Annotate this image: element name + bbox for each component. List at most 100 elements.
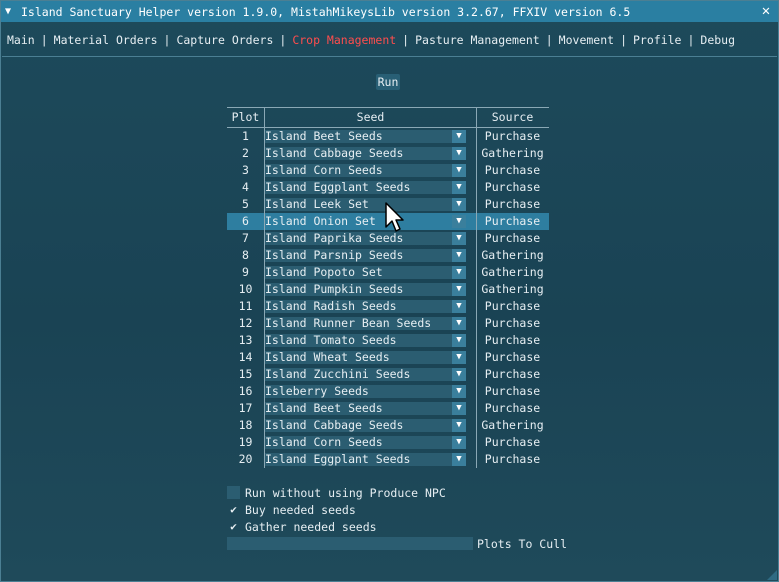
chevron-down-icon[interactable]: ▼ [452,351,466,364]
plot-number: 17 [238,401,253,415]
seed-dropdown[interactable]: Island Runner Bean Seeds ▼ [265,317,466,330]
chevron-down-icon[interactable]: ▼ [452,249,466,262]
chevron-down-icon[interactable]: ▼ [452,402,466,415]
checkmark-icon[interactable]: ✔ [227,503,240,516]
chevron-down-icon[interactable]: ▼ [452,385,466,398]
seed-cell: Island Parsnip Seeds ▼ [264,247,477,264]
chevron-down-icon[interactable]: ▼ [452,453,466,466]
table-row[interactable]: 16 Isleberry Seeds ▼ Purchase [227,383,549,400]
seed-dropdown[interactable]: Island Cabbage Seeds ▼ [265,147,466,160]
plot-number: 19 [238,435,253,449]
seed-dropdown[interactable]: Isleberry Seeds ▼ [265,385,466,398]
table-row[interactable]: 11 Island Radish Seeds ▼ Purchase [227,298,549,315]
table-row[interactable]: 13 Island Tomato Seeds ▼ Purchase [227,332,549,349]
run-button[interactable]: Run [376,74,400,90]
chevron-down-icon[interactable]: ▼ [452,147,466,160]
checkbox[interactable] [227,486,240,499]
seed-dropdown-value: Island Paprika Seeds [265,231,404,245]
menu-item-movement[interactable]: Movement [559,33,614,47]
seed-dropdown-value: Island Tomato Seeds [265,333,397,347]
seed-dropdown[interactable]: Island Popoto Set ▼ [265,266,466,279]
menu-item-pasture-management[interactable]: Pasture Management [415,33,540,47]
chevron-down-icon[interactable]: ▼ [452,283,466,296]
seed-dropdown[interactable]: Island Beet Seeds ▼ [265,130,466,143]
chevron-down-icon[interactable]: ▼ [452,181,466,194]
seed-dropdown[interactable]: Island Paprika Seeds ▼ [265,232,466,245]
window-title: Island Sanctuary Helper version 1.9.0, M… [21,4,631,19]
chevron-down-icon[interactable]: ▼ [452,164,466,177]
menu-item-main[interactable]: Main [7,33,35,47]
seed-cell: Island Beet Seeds ▼ [264,128,477,145]
plot-number: 4 [242,180,249,194]
column-header-seed: Seed [264,108,477,127]
chevron-down-icon[interactable]: ▼ [452,300,466,313]
table-row[interactable]: 1 Island Beet Seeds ▼ Purchase [227,128,549,145]
table-row[interactable]: 19 Island Corn Seeds ▼ Purchase [227,434,549,451]
chevron-down-icon[interactable]: ▼ [452,198,466,211]
menu-item-profile[interactable]: Profile [633,33,681,47]
menu-item-capture-orders[interactable]: Capture Orders [176,33,273,47]
plot-number: 10 [238,282,253,296]
seed-dropdown[interactable]: Island Radish Seeds ▼ [265,300,466,313]
chevron-down-icon[interactable]: ▼ [452,317,466,330]
seed-dropdown[interactable]: Island Onion Set ▼ [265,215,466,228]
seed-dropdown-value: Island Beet Seeds [265,129,383,143]
checkmark-icon[interactable]: ✔ [227,520,240,533]
seed-dropdown[interactable]: Island Leek Set ▼ [265,198,466,211]
seed-dropdown[interactable]: Island Wheat Seeds ▼ [265,351,466,364]
table-row[interactable]: 18 Island Cabbage Seeds ▼ Gathering [227,417,549,434]
seed-dropdown[interactable]: Island Beet Seeds ▼ [265,402,466,415]
chevron-down-icon[interactable]: ▼ [452,266,466,279]
chevron-down-icon[interactable]: ▼ [452,419,466,432]
chevron-down-icon[interactable]: ▼ [452,436,466,449]
menu-separator: | [620,33,627,47]
table-row[interactable]: 9 Island Popoto Set ▼ Gathering [227,264,549,281]
seed-dropdown-value: Island Corn Seeds [265,163,383,177]
title-bar[interactable]: ▼ Island Sanctuary Helper version 1.9.0,… [1,1,778,22]
table-row[interactable]: 12 Island Runner Bean Seeds ▼ Purchase [227,315,549,332]
chevron-down-icon[interactable]: ▼ [452,368,466,381]
seed-dropdown[interactable]: Island Tomato Seeds ▼ [265,334,466,347]
seed-dropdown-value: Island Eggplant Seeds [265,180,411,194]
plot-number: 5 [242,197,249,211]
menu-item-debug[interactable]: Debug [700,33,735,47]
seed-dropdown-value: Island Radish Seeds [265,299,397,313]
chevron-down-icon[interactable]: ▼ [452,215,466,228]
seed-source: Purchase [484,333,541,347]
plot-number: 8 [242,248,249,262]
seed-dropdown[interactable]: Island Eggplant Seeds ▼ [265,181,466,194]
plot-number: 14 [238,350,253,364]
seed-dropdown[interactable]: Island Pumpkin Seeds ▼ [265,283,466,296]
menu-separator: | [687,33,695,47]
seed-dropdown[interactable]: Island Zucchini Seeds ▼ [265,368,466,381]
chevron-down-icon[interactable]: ▼ [452,334,466,347]
seed-dropdown[interactable]: Island Cabbage Seeds ▼ [265,419,466,432]
seed-source: Purchase [484,197,541,211]
table-row[interactable]: 3 Island Corn Seeds ▼ Purchase [227,162,549,179]
seed-cell: Island Paprika Seeds ▼ [264,230,477,247]
table-row[interactable]: 8 Island Parsnip Seeds ▼ Gathering [227,247,549,264]
close-icon[interactable]: ✕ [758,3,774,19]
seed-dropdown[interactable]: Island Eggplant Seeds ▼ [265,453,466,466]
table-row[interactable]: 17 Island Beet Seeds ▼ Purchase [227,400,549,417]
collapse-arrow-icon[interactable]: ▼ [5,6,19,17]
table-row[interactable]: 4 Island Eggplant Seeds ▼ Purchase [227,179,549,196]
chevron-down-icon[interactable]: ▼ [452,232,466,245]
table-row[interactable]: 20 Island Eggplant Seeds ▼ Purchase [227,451,549,468]
table-row[interactable]: 14 Island Wheat Seeds ▼ Purchase [227,349,549,366]
menu-item-material-orders[interactable]: Material Orders [54,33,158,47]
resize-grip-icon[interactable] [767,570,777,580]
table-row[interactable]: 2 Island Cabbage Seeds ▼ Gathering [227,145,549,162]
seed-dropdown[interactable]: Island Corn Seeds ▼ [265,164,466,177]
seed-dropdown[interactable]: Island Parsnip Seeds ▼ [265,249,466,262]
table-row[interactable]: 15 Island Zucchini Seeds ▼ Purchase [227,366,549,383]
option-label: Gather needed seeds [245,520,377,534]
chevron-down-icon[interactable]: ▼ [452,130,466,143]
menu-item-crop-management[interactable]: Crop Management [292,33,396,47]
main-window: ▼ Island Sanctuary Helper version 1.9.0,… [0,0,779,582]
table-row[interactable]: 10 Island Pumpkin Seeds ▼ Gathering [227,281,549,298]
seed-dropdown[interactable]: Island Corn Seeds ▼ [265,436,466,449]
seed-cell: Island Beet Seeds ▼ [264,400,477,417]
plots-to-cull-input[interactable] [227,537,473,550]
seed-source: Purchase [484,401,541,415]
